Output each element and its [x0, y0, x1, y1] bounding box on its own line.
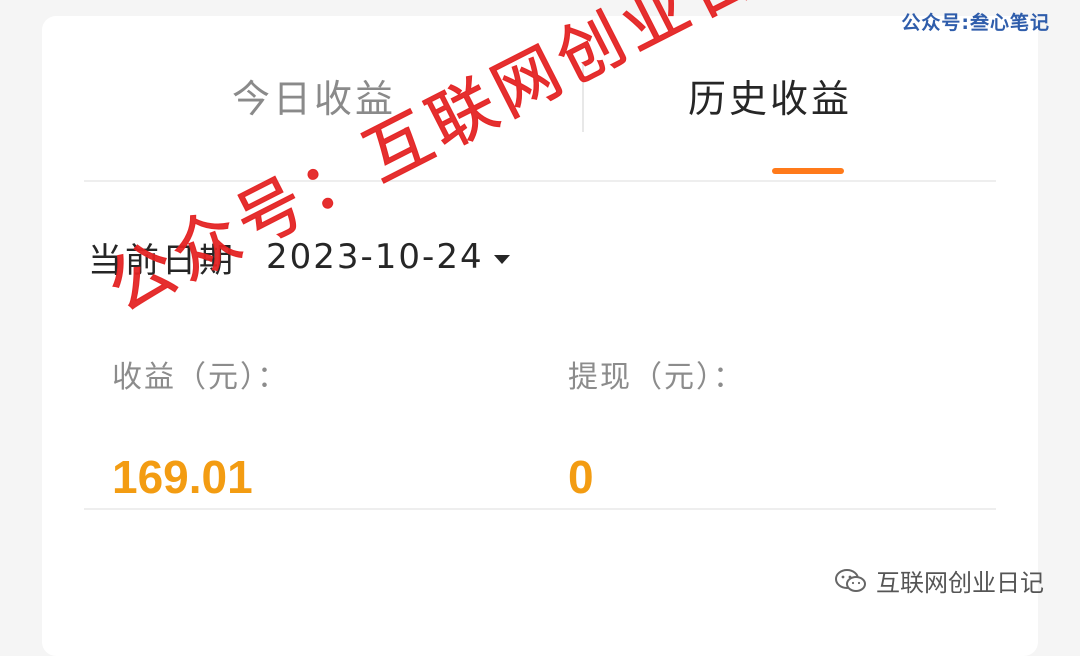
current-date-label: 当前日期	[88, 240, 236, 281]
chevron-down-icon[interactable]	[493, 254, 510, 264]
income-label: 收益（元）：	[112, 360, 289, 395]
tab-history-earnings[interactable]: 历史收益	[688, 74, 852, 124]
bottom-watermark-text: 互联网创业日记	[876, 569, 1044, 597]
withdraw-value: 0	[568, 451, 594, 503]
withdraw-label: 提现（元）：	[568, 360, 745, 395]
tab-today-earnings[interactable]: 今日收益	[232, 74, 396, 124]
date-row: 当前日期 2023-10-24	[88, 232, 510, 282]
earnings-tabs: 今日收益 历史收益	[84, 16, 996, 182]
active-tab-indicator	[772, 168, 844, 174]
tab-divider	[582, 64, 584, 132]
date-selector[interactable]: 2023-10-24	[266, 237, 484, 277]
wechat-icon	[835, 568, 866, 592]
bottom-right-watermark: 互联网创业日记	[834, 563, 1044, 598]
income-value: 169.01	[112, 451, 253, 503]
earnings-card: 今日收益 历史收益 当前日期 2023-10-24 收益（元）： 提现（元）： …	[42, 16, 1038, 656]
top-right-watermark: 公众号:叁心笔记	[901, 12, 1050, 34]
divider-line	[84, 508, 996, 510]
